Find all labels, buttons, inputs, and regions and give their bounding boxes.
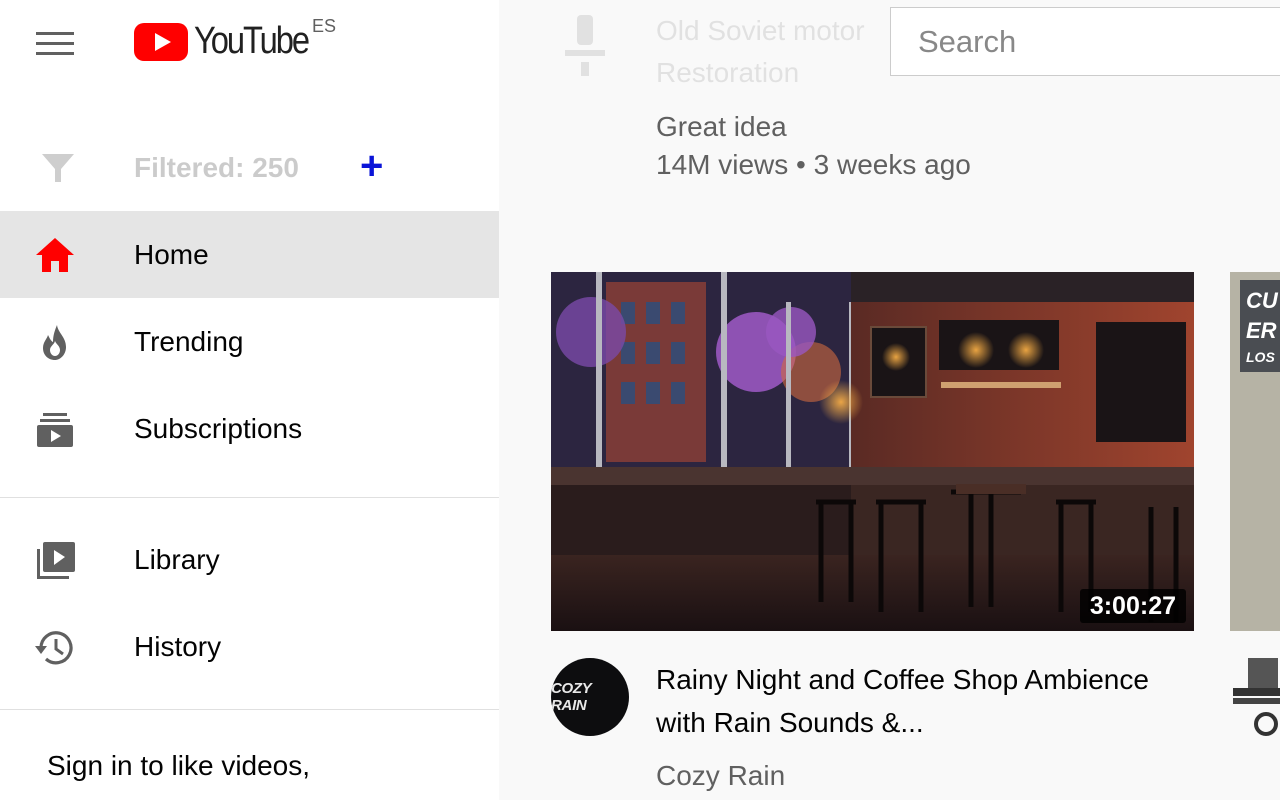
next-banner-line2: ER — [1246, 318, 1277, 343]
filter-row: Filtered: 250 + — [0, 138, 499, 200]
faded-thumbnail-icon — [565, 15, 605, 76]
previous-video-channel[interactable]: Great idea — [656, 108, 971, 146]
sidebar-item-label: Home — [134, 238, 209, 270]
menu-line-icon — [36, 41, 74, 45]
coffee-shop-thumbnail-image — [551, 272, 1194, 631]
flame-icon — [43, 325, 66, 360]
sidebar-item-home[interactable]: Home — [0, 211, 499, 298]
masthead: YouTube ES — [0, 0, 499, 98]
sidebar: Filtered: 250 + Home Trending Subscripti… — [0, 98, 499, 800]
video-card[interactable]: 3:00:27 COZY RAIN Rainy Night and Coffee… — [551, 272, 1194, 791]
next-banner-line1: CU — [1246, 288, 1278, 313]
sidebar-divider — [0, 497, 499, 498]
sidebar-item-library[interactable]: Library — [0, 516, 499, 603]
youtube-play-logo-icon — [134, 22, 188, 61]
home-icon — [36, 238, 74, 272]
next-banner-line3: LOS — [1246, 349, 1275, 365]
add-filter-button[interactable]: + — [360, 144, 383, 188]
video-title[interactable]: Rainy Night and Coffee Shop Ambience wit… — [656, 658, 1176, 744]
logo-country-code: ES — [312, 16, 337, 36]
library-icon — [37, 542, 75, 579]
hamburger-menu-button[interactable] — [30, 23, 80, 63]
video-channel-name[interactable]: Cozy Rain — [656, 757, 785, 795]
sidebar-item-subscriptions[interactable]: Subscriptions — [0, 385, 499, 472]
search-input[interactable] — [891, 8, 1280, 75]
sidebar-item-label: Library — [134, 543, 220, 575]
previous-video-title[interactable]: Old Soviet motor Restoration — [656, 10, 896, 94]
sidebar-item-label: History — [134, 630, 222, 662]
search-box[interactable] — [890, 7, 1280, 76]
previous-video-stats: 14M views • 3 weeks ago — [656, 149, 971, 180]
signin-prompt: Sign in to like videos, — [47, 750, 311, 781]
next-channel-avatar[interactable] — [1228, 658, 1280, 738]
subscriptions-icon — [37, 413, 73, 447]
menu-line-icon — [36, 31, 74, 35]
channel-avatar-text: COZY RAIN — [551, 680, 592, 714]
logo-wordmark: YouTube — [194, 20, 310, 62]
video-thumbnail[interactable]: 3:00:27 — [551, 272, 1194, 631]
sidebar-item-label: Trending — [134, 325, 244, 357]
sidebar-item-trending[interactable]: Trending — [0, 298, 499, 385]
menu-line-icon — [36, 51, 74, 55]
history-icon — [35, 631, 73, 665]
video-duration-badge: 3:00:27 — [1079, 589, 1186, 623]
sidebar-item-history[interactable]: History — [0, 603, 499, 690]
sidebar-item-label: Subscriptions — [134, 412, 303, 444]
filter-icon[interactable] — [40, 150, 76, 186]
main-content: Old Soviet motor Restoration Great idea … — [499, 0, 1280, 800]
filter-count-label: Filtered: 250 — [134, 152, 299, 183]
youtube-logo[interactable]: YouTube ES — [134, 16, 336, 63]
channel-avatar[interactable]: COZY RAIN — [551, 658, 629, 736]
next-video-thumbnail[interactable]: CU ER LOS — [1230, 272, 1280, 631]
sidebar-divider — [0, 709, 499, 710]
previous-video-meta: Great idea 14M views • 3 weeks ago — [656, 108, 971, 184]
next-video-banner: CU ER LOS — [1240, 280, 1280, 372]
